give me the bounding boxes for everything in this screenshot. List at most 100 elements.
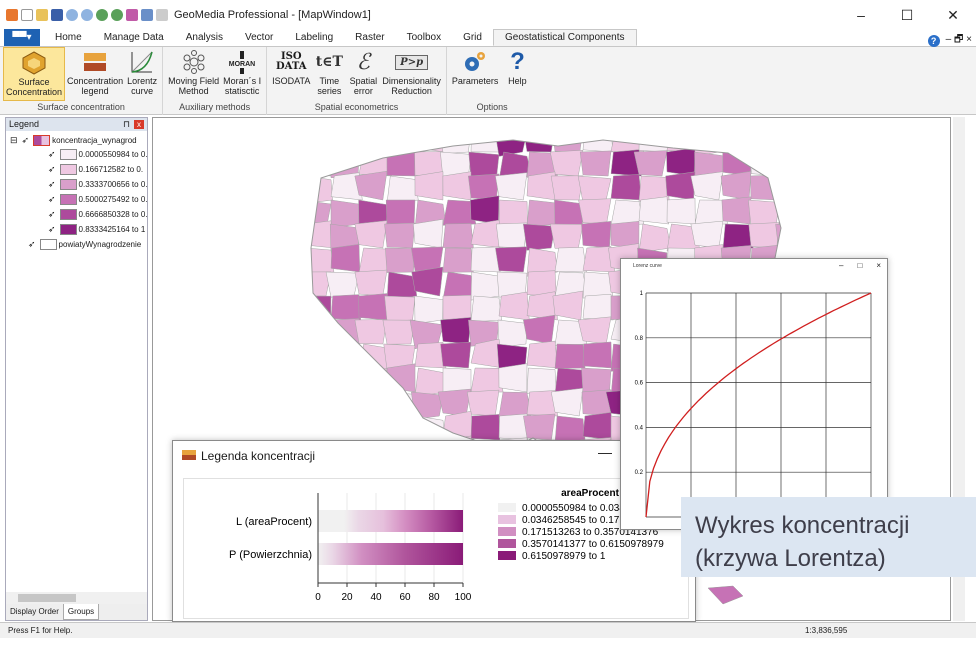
- map-district[interactable]: [498, 413, 528, 441]
- map-district[interactable]: [354, 319, 388, 345]
- tab-grid[interactable]: Grid: [452, 30, 493, 46]
- map-district[interactable]: [303, 147, 332, 177]
- redo-icon[interactable]: [81, 9, 93, 21]
- map-district[interactable]: [470, 414, 501, 441]
- map-district[interactable]: [330, 343, 362, 370]
- map-district[interactable]: [384, 295, 416, 322]
- file-menu-button[interactable]: ▀▀▾: [4, 29, 40, 46]
- concentration-legend-button[interactable]: Concentration legend: [65, 47, 125, 101]
- map-district[interactable]: [354, 269, 388, 297]
- map-district[interactable]: [526, 199, 558, 228]
- map-district[interactable]: [354, 415, 388, 443]
- save-icon[interactable]: [51, 9, 63, 21]
- map-district[interactable]: [303, 295, 332, 321]
- map-district[interactable]: [579, 150, 612, 177]
- map-district[interactable]: [554, 415, 586, 443]
- map-district[interactable]: [298, 271, 332, 297]
- open-icon[interactable]: [36, 9, 48, 21]
- map-district[interactable]: [354, 220, 388, 249]
- zoom-out-icon[interactable]: [111, 9, 123, 21]
- map-district[interactable]: [303, 220, 335, 249]
- customize-icon[interactable]: [156, 9, 168, 21]
- map-district[interactable]: [778, 199, 811, 226]
- horizontal-scrollbar[interactable]: [6, 592, 147, 604]
- dimensionality-reduction-button[interactable]: P>p Dimensionality Reduction: [380, 47, 443, 101]
- tab-manage-data[interactable]: Manage Data: [93, 30, 175, 46]
- map-district[interactable]: [633, 150, 668, 177]
- map-district[interactable]: [578, 198, 612, 225]
- map-district[interactable]: [554, 343, 586, 369]
- legend-class-row[interactable]: ➶ 0.3333700656 to 0.: [48, 178, 148, 191]
- map-district[interactable]: [498, 391, 532, 417]
- legend-layer-row[interactable]: ⊟ ➶ koncentracja_wynagrod: [10, 134, 148, 147]
- map-district[interactable]: [495, 172, 528, 201]
- tab-geostatistical-components[interactable]: Geostatistical Components: [492, 29, 637, 46]
- pin-icon[interactable]: ⊓: [123, 118, 130, 131]
- map-district[interactable]: [327, 363, 360, 393]
- map-district[interactable]: [328, 127, 360, 153]
- select-icon[interactable]: [141, 9, 153, 21]
- map-district[interactable]: [358, 391, 388, 417]
- map-district[interactable]: [414, 295, 444, 324]
- map-district[interactable]: [549, 223, 584, 249]
- map-district[interactable]: [775, 223, 807, 253]
- map-district[interactable]: [523, 413, 556, 441]
- parameters-button[interactable]: Parameters: [450, 47, 501, 101]
- time-series-button[interactable]: t∈T Time series: [312, 47, 346, 101]
- map-district[interactable]: [722, 223, 754, 250]
- map-district[interactable]: [497, 319, 528, 348]
- pan-icon[interactable]: [126, 9, 138, 21]
- legend-class-row[interactable]: ➶ 0.5000275492 to 0.: [48, 193, 148, 206]
- map-district[interactable]: [413, 218, 444, 249]
- map-district[interactable]: [386, 415, 420, 442]
- map-district[interactable]: [721, 196, 752, 225]
- map-district[interactable]: [358, 293, 388, 321]
- map-district[interactable]: [582, 126, 613, 153]
- minimize-button[interactable]: –: [839, 261, 843, 270]
- map-district[interactable]: [582, 412, 614, 441]
- map-district[interactable]: [468, 173, 500, 201]
- map-district[interactable]: [300, 319, 332, 348]
- tab-vector[interactable]: Vector: [234, 30, 284, 46]
- map-district[interactable]: [775, 151, 807, 179]
- map-district[interactable]: [470, 128, 500, 153]
- map-district[interactable]: [411, 391, 444, 420]
- help-button[interactable]: ? Help: [500, 47, 534, 101]
- map-district[interactable]: [382, 391, 416, 419]
- lorentz-curve-button[interactable]: Lorentz curve: [125, 47, 159, 101]
- map-district[interactable]: [778, 124, 809, 153]
- minimize-button[interactable]: –: [838, 0, 884, 30]
- map-district[interactable]: [385, 247, 416, 273]
- map-district[interactable]: [554, 199, 584, 229]
- maximize-button[interactable]: ☐: [884, 0, 930, 30]
- map-district[interactable]: [325, 271, 360, 298]
- minimize-button[interactable]: —: [598, 444, 612, 460]
- tab-raster[interactable]: Raster: [344, 30, 395, 46]
- map-district[interactable]: [750, 174, 780, 201]
- map-district[interactable]: [442, 294, 472, 321]
- map-district[interactable]: [440, 128, 472, 154]
- map-district[interactable]: [470, 195, 500, 225]
- tab-labeling[interactable]: Labeling: [284, 30, 344, 46]
- close-button[interactable]: ✕: [930, 0, 976, 30]
- map-district[interactable]: [470, 295, 503, 323]
- map-district[interactable]: [638, 126, 668, 153]
- map-district[interactable]: [690, 171, 724, 201]
- tab-toolbox[interactable]: Toolbox: [396, 30, 452, 46]
- map-district[interactable]: [440, 341, 472, 369]
- map-district[interactable]: [498, 363, 528, 393]
- map-district[interactable]: [303, 388, 335, 417]
- surface-concentration-button[interactable]: Surface Concentration: [3, 47, 66, 101]
- map-district[interactable]: [522, 127, 556, 153]
- map-district[interactable]: [440, 317, 472, 345]
- legend-class-row[interactable]: ➶ 0.6666850328 to 0.: [48, 208, 148, 221]
- map-district[interactable]: [550, 387, 584, 417]
- map-district[interactable]: [498, 291, 530, 321]
- tab-home[interactable]: Home: [44, 30, 93, 46]
- map-district[interactable]: [442, 171, 472, 201]
- map-district[interactable]: [550, 175, 584, 201]
- maximize-button[interactable]: □: [857, 261, 862, 270]
- map-district[interactable]: [554, 247, 587, 273]
- map-district[interactable]: [386, 363, 416, 393]
- zoom-in-icon[interactable]: [96, 9, 108, 21]
